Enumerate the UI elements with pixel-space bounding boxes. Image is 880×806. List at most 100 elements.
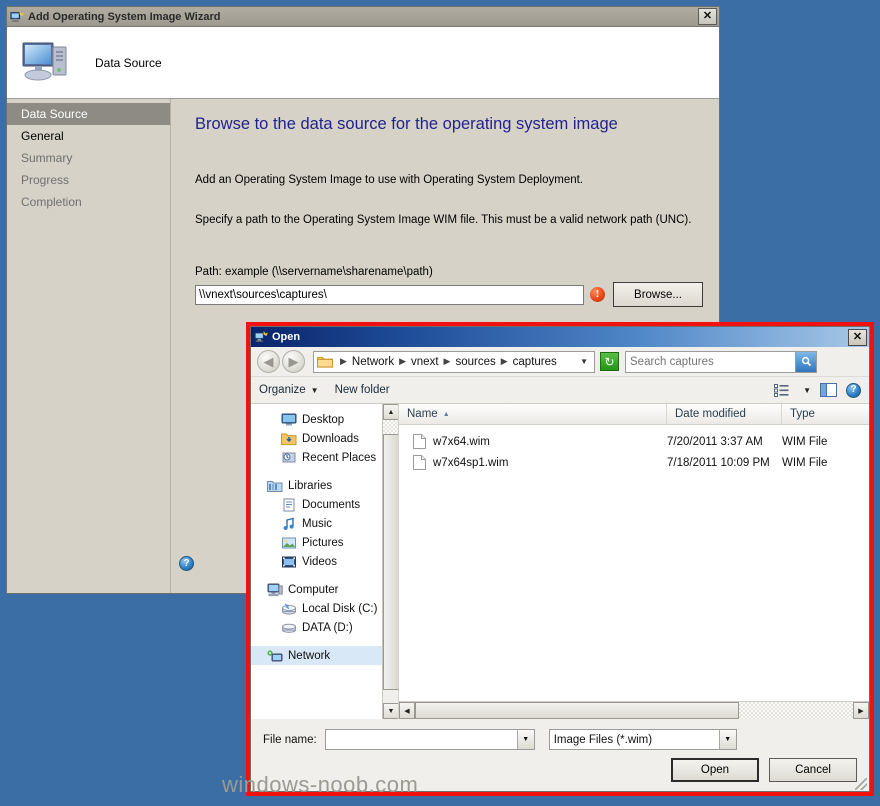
breadcrumb[interactable]: ▶ Network ▶ vnext ▶ sources ▶ captures ▼ — [313, 350, 595, 373]
column-header-type[interactable]: Type — [782, 404, 854, 424]
organize-caret-icon[interactable]: ▼ — [311, 386, 319, 395]
scroll-track-upper[interactable] — [383, 420, 398, 434]
breadcrumb-vnext[interactable]: vnext — [411, 356, 439, 368]
tree-item-videos[interactable]: Videos — [251, 552, 398, 571]
scroll-down-button[interactable]: ▼ — [383, 703, 398, 719]
cancel-button[interactable]: Cancel — [769, 758, 857, 782]
tree-item-downloads[interactable]: Downloads — [251, 429, 398, 448]
table-row[interactable]: w7x64.wim 7/20/2011 3:37 AM WIM File — [399, 431, 869, 452]
wizard-header: Data Source — [7, 27, 719, 99]
tree-item-libraries[interactable]: Libraries — [251, 476, 398, 495]
file-type-cell: WIM File — [782, 456, 828, 469]
tree-item-recent-places[interactable]: Recent Places — [251, 448, 398, 467]
dialog-main: Desktop Downloads Recent Places Librarie… — [251, 404, 869, 719]
column-label: Type — [790, 408, 815, 420]
tree-item-desktop[interactable]: Desktop — [251, 410, 398, 429]
sidebar-item-general[interactable]: General — [7, 125, 170, 147]
tree-item-label: Desktop — [302, 413, 345, 426]
dialog-help-button[interactable]: ? — [846, 382, 861, 398]
file-name-label: File name: — [263, 733, 317, 746]
navigation-tree-pane: Desktop Downloads Recent Places Librarie… — [251, 404, 399, 719]
folder-icon — [317, 357, 333, 368]
downloads-folder-icon — [281, 433, 297, 445]
music-icon — [283, 517, 294, 530]
back-button[interactable]: ◀ — [257, 350, 280, 373]
tree-item-local-disk-c[interactable]: Local Disk (C:) — [251, 599, 398, 618]
open-button[interactable]: Open — [671, 758, 759, 782]
sidebar-item-progress[interactable]: Progress — [7, 169, 170, 191]
wizard-close-button[interactable]: ✕ — [698, 8, 717, 25]
tree-item-pictures[interactable]: Pictures — [251, 533, 398, 552]
tree-vertical-scrollbar[interactable]: ▲ ▼ — [382, 404, 398, 719]
breadcrumb-captures[interactable]: captures — [513, 356, 557, 368]
file-icon — [413, 455, 426, 470]
wizard-titlebar: Add Operating System Image Wizard ✕ — [7, 7, 719, 27]
toolbar-right-group: ▼ ? — [774, 382, 861, 398]
view-layout-icon[interactable] — [774, 383, 789, 397]
navigation-bar: ◀ ▶ ▶ Network ▶ vnext ▶ sources ▶ captur… — [251, 347, 869, 377]
column-header-name[interactable]: Name ▲ — [399, 404, 667, 424]
sidebar-item-data-source[interactable]: Data Source — [7, 103, 170, 125]
organize-button[interactable]: Organize — [259, 384, 306, 396]
file-name-input[interactable]: ▼ — [324, 729, 535, 750]
help-glyph: ? — [183, 557, 190, 569]
tree-item-label: Documents — [302, 498, 361, 511]
search-button[interactable] — [795, 351, 816, 372]
breadcrumb-sources[interactable]: sources — [455, 356, 495, 368]
tree-item-music[interactable]: Music — [251, 514, 398, 533]
scroll-track[interactable] — [415, 702, 853, 719]
computer-icon — [267, 583, 283, 596]
scroll-right-button[interactable]: ▶ — [853, 702, 869, 719]
harddisk-icon — [282, 602, 296, 615]
breadcrumb-network[interactable]: Network — [352, 356, 394, 368]
file-type-select[interactable]: Image Files (*.wim) ▼ — [548, 729, 737, 750]
file-list-header: Name ▲ Date modified Type — [399, 404, 869, 425]
sort-ascending-icon: ▲ — [442, 410, 450, 418]
file-list-rows: w7x64.wim 7/20/2011 3:37 AM WIM File w7x… — [399, 425, 869, 701]
file-name-cell: w7x64.wim — [399, 434, 667, 449]
table-row[interactable]: w7x64sp1.wim 7/18/2011 10:09 PM WIM File — [399, 452, 869, 473]
scroll-left-button[interactable]: ◀ — [399, 702, 415, 719]
file-name: w7x64.wim — [433, 435, 490, 448]
breadcrumb-separator-2: ▶ — [443, 356, 451, 366]
search-input[interactable] — [626, 355, 795, 368]
scroll-up-button[interactable]: ▲ — [383, 404, 398, 420]
file-type-cell: WIM File — [782, 435, 828, 448]
desktop-icon — [281, 413, 297, 425]
cancel-label: Cancel — [795, 764, 831, 776]
sidebar-item-completion[interactable]: Completion — [7, 191, 170, 213]
tree-item-data-d[interactable]: DATA (D:) — [251, 618, 398, 637]
open-dialog-close-button[interactable]: ✕ — [848, 328, 867, 346]
path-input[interactable]: \\vnext\sources\captures\ — [195, 284, 584, 305]
chevron-down-icon[interactable]: ▼ — [516, 730, 534, 749]
help-glyph: ? — [850, 384, 857, 395]
tree-item-label: Downloads — [302, 432, 359, 445]
chevron-down-icon[interactable]: ▼ — [718, 730, 736, 749]
tree-item-computer[interactable]: Computer — [251, 580, 398, 599]
tree-item-label: Network — [288, 649, 331, 662]
preview-pane-icon[interactable] — [820, 383, 837, 397]
tree-item-network[interactable]: Network — [251, 646, 398, 665]
help-icon: ? — [179, 556, 194, 571]
file-name-cell: w7x64sp1.wim — [399, 455, 667, 470]
scroll-thumb[interactable] — [415, 702, 740, 719]
resize-grip[interactable] — [855, 778, 867, 790]
column-label: Name — [407, 408, 438, 420]
file-list-horizontal-scrollbar[interactable]: ◀ ▶ — [399, 701, 869, 719]
column-header-date-modified[interactable]: Date modified — [667, 404, 782, 424]
wizard-help-button[interactable]: ? — [179, 556, 194, 571]
chevron-down-icon[interactable]: ▼ — [580, 357, 591, 366]
scroll-thumb[interactable] — [383, 434, 398, 690]
refresh-button[interactable]: ↻ — [600, 352, 619, 371]
screen: Add Operating System Image Wizard ✕ Data… — [0, 0, 880, 806]
tree-item-documents[interactable]: Documents — [251, 495, 398, 514]
forward-button[interactable]: ▶ — [282, 350, 305, 373]
tree-list: Desktop Downloads Recent Places Librarie… — [251, 404, 398, 665]
sidebar-item-summary[interactable]: Summary — [7, 147, 170, 169]
file-type-value: Image Files (*.wim) — [553, 733, 653, 746]
view-caret-icon[interactable]: ▼ — [803, 386, 811, 395]
new-folder-button[interactable]: New folder — [335, 384, 390, 396]
search-box[interactable] — [625, 350, 817, 373]
browse-button[interactable]: Browse... — [613, 282, 703, 307]
drive-icon — [282, 623, 296, 633]
